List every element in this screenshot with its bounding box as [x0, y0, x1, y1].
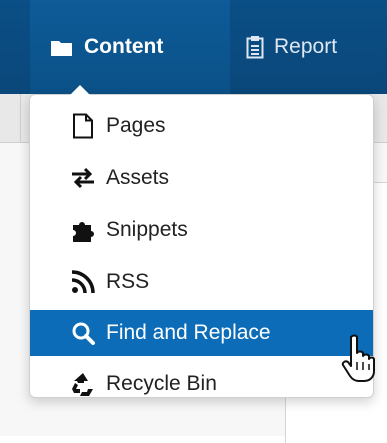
- menu-item-pages[interactable]: Pages: [30, 103, 373, 149]
- puzzle-icon: [68, 217, 98, 243]
- recycle-icon: [68, 371, 98, 397]
- nav-tab-reports[interactable]: Report: [236, 0, 387, 94]
- exchange-icon: [68, 167, 98, 189]
- menu-item-find-and-replace[interactable]: Find and Replace: [30, 310, 373, 356]
- menu-item-snippets[interactable]: Snippets: [30, 207, 373, 253]
- subbar-divider: [20, 94, 21, 142]
- search-icon: [68, 321, 98, 345]
- page-icon: [68, 113, 98, 139]
- content-dropdown-menu: Pages Assets Snippets RSS Find and Repla…: [29, 85, 374, 398]
- menu-item-label: Pages: [106, 114, 166, 137]
- folder-icon: [50, 37, 74, 57]
- nav-tab-reports-label: Report: [274, 35, 338, 58]
- menu-item-assets[interactable]: Assets: [30, 155, 373, 201]
- menu-item-label: Assets: [106, 166, 170, 189]
- menu-item-label: Find and Replace: [106, 321, 271, 344]
- menu-item-label: RSS: [106, 270, 150, 293]
- nav-tab-content-label: Content: [84, 35, 164, 58]
- rss-icon: [68, 270, 98, 294]
- nav-tab-content[interactable]: Content: [30, 0, 230, 94]
- clipboard-icon: [246, 35, 264, 59]
- menu-item-recycle-bin[interactable]: Recycle Bin: [30, 361, 373, 407]
- hand-cursor-icon: [341, 334, 375, 389]
- menu-item-rss[interactable]: RSS: [30, 259, 373, 305]
- menu-item-label: Snippets: [106, 218, 188, 241]
- menu-item-label: Recycle Bin: [106, 372, 217, 395]
